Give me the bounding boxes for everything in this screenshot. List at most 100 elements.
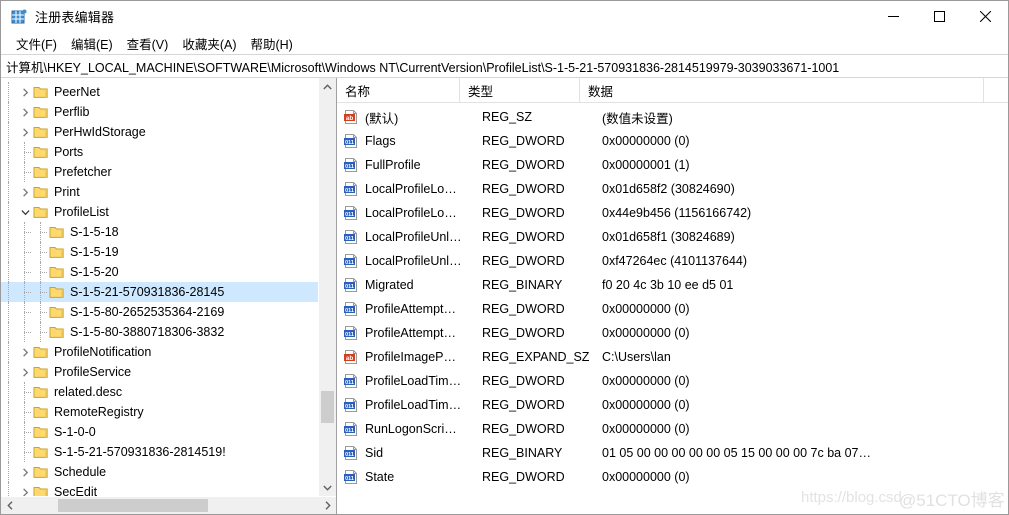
value-row[interactable]: 011 Flags REG_DWORD 0x00000000 (0): [337, 129, 1008, 153]
tree-item-8[interactable]: S-1-5-19: [1, 242, 318, 262]
value-row[interactable]: 011 Sid REG_BINARY 01 05 00 00 00 00 00 05 …: [337, 441, 1008, 465]
value-row[interactable]: 011 State REG_DWORD 0x00000000 (0): [337, 465, 1008, 489]
binary-value-icon: 011: [343, 133, 359, 149]
tree-guide: [33, 322, 49, 342]
value-name: LocalProfileLo…: [365, 182, 457, 196]
value-name: ProfileLoadTim…: [365, 398, 462, 412]
tree-hscroll-thumb[interactable]: [58, 499, 208, 512]
menu-item-1[interactable]: 编辑(E): [64, 32, 120, 55]
value-row[interactable]: 011 LocalProfileUnl… REG_DWORD 0xf47264ec (…: [337, 249, 1008, 273]
tree-item-2[interactable]: PerHwIdStorage: [1, 122, 318, 142]
value-type: REG_BINARY: [482, 446, 563, 460]
tree-vertical-scrollbar[interactable]: [318, 78, 336, 496]
tree-scroll-down-button[interactable]: [319, 479, 336, 496]
value-row[interactable]: 011 LocalProfileLo… REG_DWORD 0x44e9b456 (1…: [337, 201, 1008, 225]
tree-item-4[interactable]: Prefetcher: [1, 162, 318, 182]
menu-item-4[interactable]: 帮助(H): [243, 32, 299, 55]
tree-scroll-up-button[interactable]: [319, 78, 336, 95]
tree-item-5[interactable]: Print: [1, 182, 318, 202]
value-row[interactable]: 011 LocalProfileUnl… REG_DWORD 0x01d658f1 (…: [337, 225, 1008, 249]
tree-item-13[interactable]: ProfileNotification: [1, 342, 318, 362]
tree-item-label: S-1-5-21-570931836-28145: [70, 285, 225, 299]
tree-item-9[interactable]: S-1-5-20: [1, 262, 318, 282]
folder-icon: [33, 145, 49, 159]
menu-item-2[interactable]: 查看(V): [120, 32, 176, 55]
tree-vscroll-thumb[interactable]: [321, 391, 334, 423]
chevron-right-icon[interactable]: [17, 182, 33, 202]
address-bar[interactable]: 计算机\HKEY_LOCAL_MACHINE\SOFTWARE\Microsof…: [1, 54, 1008, 78]
menu-item-3[interactable]: 收藏夹(A): [175, 32, 243, 55]
close-button[interactable]: [962, 1, 1008, 32]
tree-guide: [33, 302, 49, 322]
tree-item-19[interactable]: Schedule: [1, 462, 318, 482]
column-header-0[interactable]: 名称: [337, 78, 460, 102]
value-row[interactable]: 011 FullProfile REG_DWORD 0x00000001 (1): [337, 153, 1008, 177]
tree-item-16[interactable]: RemoteRegistry: [1, 402, 318, 422]
chevron-right-icon[interactable]: [17, 342, 33, 362]
tree-guide: [1, 282, 17, 302]
column-header-1[interactable]: 类型: [460, 78, 580, 102]
tree-scroll-right-button[interactable]: [319, 497, 336, 514]
value-name: ProfileAttempt…: [365, 326, 457, 340]
tree-guide: [17, 402, 33, 422]
chevron-down-icon[interactable]: [17, 202, 33, 222]
menu-item-0[interactable]: 文件(F): [9, 32, 64, 55]
value-row[interactable]: 011 RunLogonScri… REG_DWORD 0x00000000 (0): [337, 417, 1008, 441]
value-row[interactable]: ab ProfileImageP… REG_EXPAND_SZ C:\Users\la…: [337, 345, 1008, 369]
tree-guide: [1, 422, 17, 442]
tree-item-0[interactable]: PeerNet: [1, 82, 318, 102]
column-header-filler: [984, 78, 1008, 102]
close-icon: [979, 11, 991, 22]
folder-icon: [49, 225, 65, 239]
value-row[interactable]: 011 ProfileAttempt… REG_DWORD 0x00000000 (0…: [337, 321, 1008, 345]
tree-item-1[interactable]: Perflib: [1, 102, 318, 122]
tree-item-label: PerHwIdStorage: [54, 125, 146, 139]
tree-item-12[interactable]: S-1-5-80-3880718306-3832: [1, 322, 318, 342]
value-row[interactable]: 011 Migrated REG_BINARY f0 20 4c 3b 10 ee d…: [337, 273, 1008, 297]
tree-scroll-left-button[interactable]: [1, 497, 18, 514]
value-row[interactable]: 011 ProfileAttempt… REG_DWORD 0x00000000 (0…: [337, 297, 1008, 321]
chevron-right-icon[interactable]: [17, 482, 33, 496]
folder-icon: [33, 485, 49, 496]
value-type: REG_DWORD: [482, 422, 565, 436]
tree-item-15[interactable]: related.desc: [1, 382, 318, 402]
value-data: 0x01d658f1 (30824689): [602, 230, 735, 244]
tree-horizontal-scrollbar[interactable]: [1, 496, 336, 514]
tree-item-11[interactable]: S-1-5-80-2652535364-2169: [1, 302, 318, 322]
tree-item-3[interactable]: Ports: [1, 142, 318, 162]
chevron-right-icon[interactable]: [17, 122, 33, 142]
tree-item-label: ProfileList: [54, 205, 109, 219]
chevron-right-icon[interactable]: [17, 102, 33, 122]
value-row[interactable]: 011 ProfileLoadTim… REG_DWORD 0x00000000 (0…: [337, 393, 1008, 417]
tree-vscroll-track[interactable]: [319, 95, 336, 479]
value-row[interactable]: 011 ProfileLoadTim… REG_DWORD 0x00000000 (0…: [337, 369, 1008, 393]
tree-guide: [1, 322, 17, 342]
chevron-right-icon[interactable]: [17, 462, 33, 482]
tree-guide: [1, 102, 17, 122]
tree-hscroll-track[interactable]: [18, 497, 319, 514]
folder-icon: [33, 465, 49, 479]
value-row[interactable]: ab (默认) REG_SZ (数值未设置): [337, 105, 1008, 129]
value-row[interactable]: 011 LocalProfileLo… REG_DWORD 0x01d658f2 (3…: [337, 177, 1008, 201]
tree-item-20[interactable]: SecEdit: [1, 482, 318, 496]
folder-icon: [33, 425, 49, 439]
maximize-icon: [933, 11, 945, 22]
folder-icon: [33, 205, 49, 219]
maximize-button[interactable]: [916, 1, 962, 32]
value-name: (默认): [365, 111, 399, 126]
value-type: REG_DWORD: [482, 374, 565, 388]
value-data: (数值未设置): [602, 111, 673, 126]
tree-item-14[interactable]: ProfileService: [1, 362, 318, 382]
tree-item-7[interactable]: S-1-5-18: [1, 222, 318, 242]
svg-text:ab: ab: [346, 355, 354, 362]
value-type: REG_DWORD: [482, 206, 565, 220]
tree-item-17[interactable]: S-1-0-0: [1, 422, 318, 442]
value-data: 0x00000000 (0): [602, 398, 690, 412]
minimize-button[interactable]: [870, 1, 916, 32]
tree-item-10[interactable]: S-1-5-21-570931836-28145: [1, 282, 318, 302]
chevron-right-icon[interactable]: [17, 362, 33, 382]
chevron-right-icon[interactable]: [17, 82, 33, 102]
column-header-2[interactable]: 数据: [580, 78, 984, 102]
tree-item-6[interactable]: ProfileList: [1, 202, 318, 222]
tree-item-18[interactable]: S-1-5-21-570931836-2814519!: [1, 442, 318, 462]
